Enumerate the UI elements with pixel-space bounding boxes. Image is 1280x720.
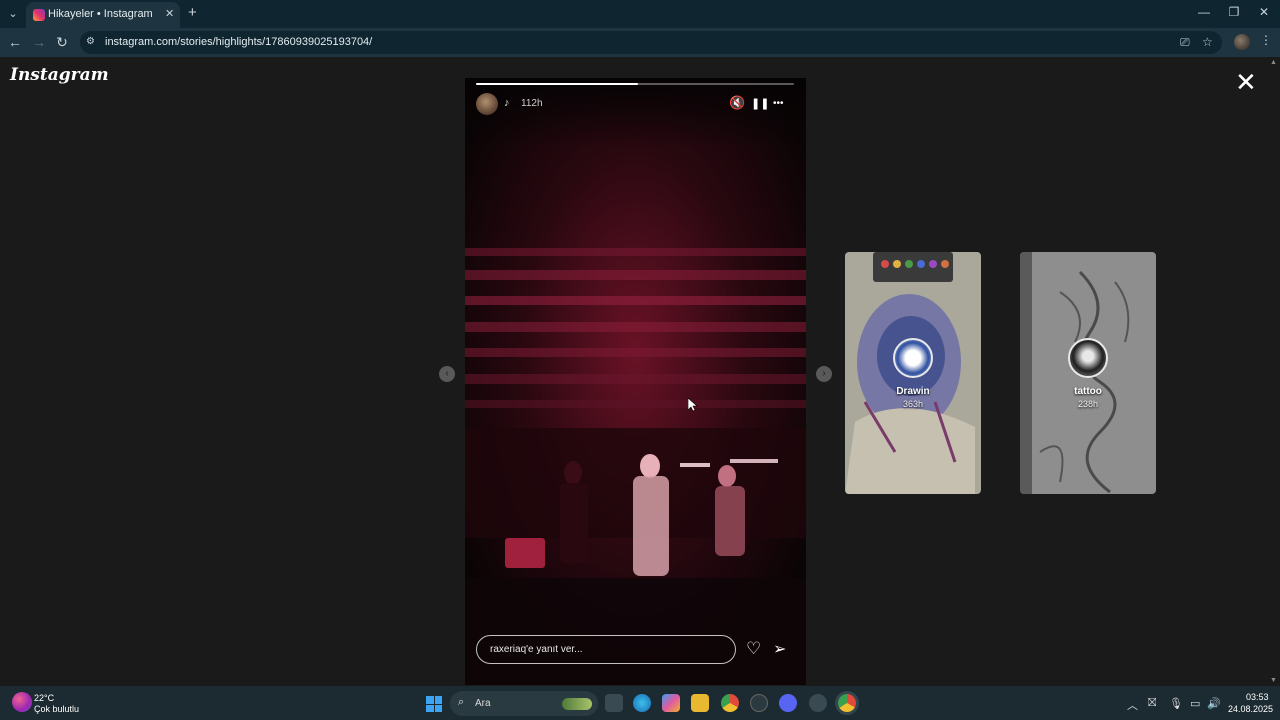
highlight-preview-tattoo[interactable]: tattoo 238h — [1020, 252, 1156, 494]
window-close-button[interactable]: ✕ — [1254, 5, 1274, 19]
highlight-title: Drawin — [896, 386, 930, 397]
weather-temperature[interactable]: 22°C — [34, 693, 54, 703]
previous-story-button[interactable]: ‹ — [439, 366, 455, 382]
story-viewer[interactable]: ♪ 112h 🔇 ❚❚ ••• raxeriaq'e yanıt ver... … — [465, 78, 806, 685]
weather-condition[interactable]: Çok bulutlu — [34, 704, 79, 714]
highlight-title: tattoo — [1074, 386, 1102, 397]
tab-list-button[interactable]: ⌄ — [4, 5, 22, 23]
profile-avatar[interactable] — [1234, 34, 1250, 50]
like-heart-icon[interactable]: ♡ — [746, 639, 761, 659]
highlight-avatar — [893, 338, 933, 378]
tab-title: Hikayeler • Instagram — [48, 8, 153, 20]
chrome-active-icon[interactable] — [838, 694, 856, 712]
task-view-icon[interactable] — [605, 694, 623, 712]
address-bar[interactable]: ⚙ instagram.com/stories/highlights/17860… — [80, 31, 1222, 54]
story-progress-bar — [476, 83, 794, 85]
windows-taskbar: 22°C Çok bulutlu ⌕ Ara ︿ ⛝ 🎙 ▭ 🔊 03:53 2… — [0, 686, 1280, 720]
steam-icon[interactable] — [809, 694, 827, 712]
site-info-icon[interactable]: ⚙ — [86, 36, 98, 48]
microphone-icon[interactable]: 🎙 — [1169, 697, 1183, 710]
mouse-cursor-icon — [688, 398, 698, 412]
tray-chevron-icon[interactable]: ︿ — [1127, 697, 1138, 713]
forward-button[interactable]: → — [30, 34, 48, 50]
search-placeholder: Ara — [475, 698, 491, 709]
close-viewer-icon[interactable]: ✕ — [1235, 69, 1257, 95]
story-progress-fill — [476, 83, 639, 85]
audio-attribution-icon[interactable]: ♪ — [504, 97, 510, 109]
start-button[interactable] — [426, 696, 442, 712]
browser-menu-icon[interactable]: ⋮ — [1260, 33, 1272, 47]
copilot-icon[interactable] — [662, 694, 680, 712]
share-send-icon[interactable]: ➢ — [773, 639, 786, 659]
search-icon: ⌕ — [458, 696, 465, 708]
story-video — [465, 78, 806, 685]
display-icon[interactable]: ▭ — [1190, 697, 1200, 710]
highlight-avatar — [1068, 338, 1108, 378]
minimize-button[interactable]: — — [1194, 5, 1214, 19]
new-tab-button[interactable]: + — [188, 4, 197, 21]
instagram-favicon-icon — [33, 9, 45, 21]
clock-date[interactable]: 24.08.2025 — [1228, 704, 1273, 714]
taskbar-search[interactable]: ⌕ Ara — [450, 691, 598, 716]
discord-icon[interactable] — [779, 694, 797, 712]
install-app-icon[interactable]: ⎚ — [1180, 35, 1190, 50]
pause-icon[interactable]: ❚❚ — [751, 97, 769, 110]
page-scrollbar[interactable]: ▲ ▼ — [1270, 57, 1280, 686]
volume-icon[interactable]: 🔊 — [1207, 697, 1221, 710]
instagram-story-page: Instagram ✕ ‹ ♪ 112h 🔇 ❚❚ ••• raxeriaq'e… — [0, 57, 1270, 686]
highlight-preview-drawin[interactable]: Drawin 363h — [845, 252, 981, 494]
scroll-down-icon[interactable]: ▼ — [1270, 677, 1277, 684]
file-explorer-icon[interactable] — [691, 694, 709, 712]
story-timestamp: 112h — [521, 98, 543, 109]
browser-tab-active[interactable]: Hikayeler • Instagram ✕ — [26, 2, 180, 28]
stage-slats — [465, 248, 806, 408]
story-author-avatar[interactable] — [476, 93, 498, 115]
app-icon[interactable] — [750, 694, 768, 712]
next-story-button[interactable]: › — [816, 366, 832, 382]
url-text[interactable]: instagram.com/stories/highlights/1786093… — [105, 36, 372, 48]
network-off-icon[interactable]: ⛝ — [1148, 697, 1156, 710]
tab-close-icon[interactable]: ✕ — [165, 7, 174, 20]
weather-icon[interactable] — [12, 692, 32, 712]
mute-icon[interactable]: 🔇 — [729, 95, 745, 111]
chrome-icon[interactable] — [721, 694, 739, 712]
search-highlight-image — [562, 698, 592, 710]
back-button[interactable]: ← — [6, 34, 24, 50]
edge-icon[interactable] — [633, 694, 651, 712]
highlight-time: 363h — [902, 399, 924, 409]
more-options-icon[interactable]: ••• — [773, 98, 784, 109]
reply-input[interactable]: raxeriaq'e yanıt ver... — [476, 635, 736, 664]
instagram-logo[interactable]: Instagram — [10, 65, 109, 85]
scroll-up-icon[interactable]: ▲ — [1270, 59, 1277, 66]
browser-tabbar: ⌄ Hikayeler • Instagram ✕ + — ❐ ✕ — [0, 0, 1280, 28]
clock-time[interactable]: 03:53 — [1246, 692, 1269, 702]
reply-placeholder: raxeriaq'e yanıt ver... — [490, 644, 583, 655]
highlight-time: 238h — [1077, 399, 1099, 409]
reload-button[interactable]: ↻ — [53, 34, 71, 51]
restore-button[interactable]: ❐ — [1224, 5, 1244, 19]
bookmark-star-icon[interactable]: ☆ — [1202, 35, 1213, 49]
browser-toolbar: ← → ↻ ⚙ instagram.com/stories/highlights… — [0, 28, 1280, 57]
